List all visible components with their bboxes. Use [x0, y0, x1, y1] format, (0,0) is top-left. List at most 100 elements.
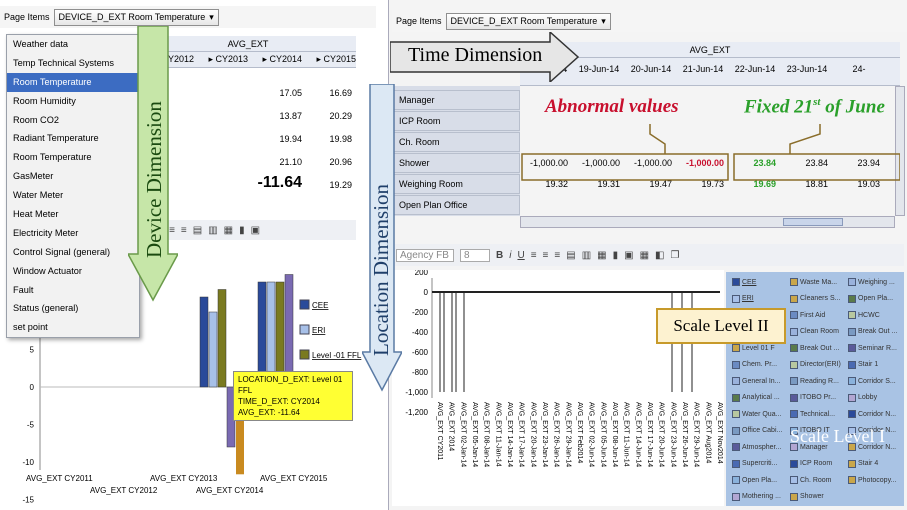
- menu-item[interactable]: Radiant Temperature: [7, 129, 139, 148]
- date-header[interactable]: 21-Jun-14: [678, 64, 728, 74]
- legend-item[interactable]: Mothering ...: [732, 492, 781, 501]
- legend-item[interactable]: ICP Room: [790, 459, 832, 468]
- italic-icon[interactable]: i: [509, 250, 511, 261]
- align-center-icon[interactable]: ≡: [543, 250, 549, 261]
- legend-item[interactable]: Water Qua...: [732, 410, 781, 418]
- legend-label[interactable]: Level -01 FFL: [312, 351, 362, 360]
- right-h-scrollbar[interactable]: [520, 216, 895, 228]
- legend-item[interactable]: Supercriti...: [732, 459, 777, 468]
- menu-item[interactable]: Room Temperature: [7, 72, 139, 92]
- grid-view-icon[interactable]: ▦: [640, 250, 649, 261]
- align-right-icon[interactable]: ≡: [554, 250, 560, 261]
- legend-item[interactable]: Office Cabi...: [732, 426, 782, 435]
- table-view-icon[interactable]: ▣: [251, 225, 260, 236]
- date-header[interactable]: 20-Jun-14: [626, 64, 676, 74]
- row-label[interactable]: Weighing Room: [392, 174, 520, 194]
- legend-item[interactable]: Corridor N...: [848, 410, 896, 418]
- legend-item[interactable]: Corridor S...: [848, 377, 896, 385]
- menu-item[interactable]: Temp Technical Systems: [7, 54, 139, 73]
- copy-icon[interactable]: ❐: [670, 250, 679, 261]
- align-left-icon[interactable]: ≡: [531, 250, 537, 261]
- legend-label: Open Pla...: [858, 295, 894, 302]
- legend-item[interactable]: First Aid: [790, 311, 825, 319]
- menu-item[interactable]: GasMeter: [7, 167, 139, 186]
- menu-item[interactable]: Weather data: [7, 35, 139, 54]
- h-scroll-thumb[interactable]: [783, 218, 843, 226]
- year-header[interactable]: ▸ CY2015: [306, 54, 356, 68]
- chart-type-icon[interactable]: ▥: [582, 250, 591, 261]
- legend-label: Clean Room: [800, 328, 839, 335]
- legend-item[interactable]: Level 01 F: [732, 344, 775, 352]
- legend-item[interactable]: Atmospher...: [732, 443, 781, 451]
- row-label[interactable]: Manager: [392, 90, 520, 110]
- bold-icon[interactable]: B: [496, 250, 503, 261]
- bar-chart-icon[interactable]: ▮: [239, 225, 245, 236]
- legend-item[interactable]: Chem. Pr...: [732, 360, 777, 369]
- legend-item[interactable]: Shower: [790, 492, 824, 501]
- date-header[interactable]: 19-Jun-14: [574, 64, 624, 74]
- legend-item[interactable]: HCWC: [848, 311, 880, 319]
- format-icon[interactable]: ▤: [193, 225, 202, 236]
- legend-item[interactable]: Seminar R...: [848, 344, 897, 352]
- format-icon[interactable]: ▤: [566, 250, 575, 261]
- chart-options-icon[interactable]: ▦: [224, 225, 233, 236]
- legend-label[interactable]: ERI: [312, 326, 325, 335]
- legend-item[interactable]: Lobby: [848, 393, 877, 402]
- legend-item[interactable]: Technical...: [790, 410, 835, 418]
- underline-icon[interactable]: U: [517, 250, 524, 261]
- chart-options-icon[interactable]: ▦: [597, 250, 606, 261]
- legend-item[interactable]: Ch. Room: [790, 476, 832, 484]
- menu-item[interactable]: Status (general): [7, 299, 139, 318]
- legend-item[interactable]: Break Out ...: [848, 327, 897, 336]
- page-items-dropdown[interactable]: DEVICE_D_EXT Room Temperature ▾: [53, 8, 219, 26]
- row-label[interactable]: ICP Room: [392, 111, 520, 131]
- legend-item[interactable]: Reading R...: [790, 377, 839, 385]
- menu-item[interactable]: Room Temperature: [7, 148, 139, 167]
- legend-item[interactable]: General In...: [732, 377, 781, 385]
- legend-item[interactable]: ITOBO Pr...: [790, 393, 836, 402]
- menu-item[interactable]: Room CO2: [7, 111, 139, 130]
- year-header[interactable]: ▸ CY2014: [252, 54, 302, 68]
- menu-item[interactable]: Electricity Meter: [7, 224, 139, 243]
- legend-item[interactable]: Stair 1: [848, 360, 878, 369]
- x-tick-label: AVG_EXT 14-Jun-14: [634, 402, 641, 467]
- x-tick-label: AVG_EXT 26-Jun-14: [681, 402, 688, 467]
- row-label[interactable]: Shower: [392, 153, 520, 173]
- menu-item[interactable]: Control Signal (general): [7, 243, 139, 262]
- legend-item[interactable]: Stair 4: [848, 459, 878, 468]
- legend-item[interactable]: Cleaners S...: [790, 294, 840, 303]
- legend-item[interactable]: Open Pla...: [732, 476, 777, 484]
- menu-item[interactable]: Room Humidity: [7, 92, 139, 111]
- page-items-dropdown-right[interactable]: DEVICE_D_EXT Room Temperature ▾: [445, 12, 611, 30]
- menu-item[interactable]: Water Meter: [7, 186, 139, 205]
- row-label[interactable]: Open Plan Office: [392, 195, 520, 215]
- align-right-icon[interactable]: ≡: [181, 225, 187, 236]
- row-label[interactable]: Ch. Room: [392, 132, 520, 152]
- date-header[interactable]: 22-Jun-14: [730, 64, 780, 74]
- menu-item[interactable]: set point: [7, 318, 139, 337]
- legend-label[interactable]: CEE: [312, 301, 328, 310]
- menu-item[interactable]: Window Actuator: [7, 262, 139, 281]
- x-tick-label: AVG_EXT 14-Jan-14: [506, 402, 513, 467]
- legend-item[interactable]: CEE: [732, 278, 756, 286]
- bar-chart-icon[interactable]: ▮: [613, 250, 619, 261]
- menu-item[interactable]: Heat Meter: [7, 205, 139, 224]
- legend-item[interactable]: Waste Ma...: [790, 278, 837, 286]
- date-header[interactable]: 23-Jun-14: [782, 64, 832, 74]
- font-select[interactable]: Agency FB: [396, 248, 454, 262]
- legend-item[interactable]: Weighing ...: [848, 278, 895, 286]
- legend-item[interactable]: Break Out ...: [790, 344, 839, 352]
- legend-item[interactable]: Director(ERI): [790, 360, 841, 369]
- legend-item[interactable]: Open Pla...: [848, 294, 894, 303]
- legend-item[interactable]: Clean Room: [790, 327, 839, 336]
- color-icon[interactable]: ◧: [655, 250, 664, 261]
- chart-type-icon[interactable]: ▥: [208, 225, 217, 236]
- legend-item[interactable]: ERI: [732, 294, 754, 303]
- legend-item[interactable]: Photocopy...: [848, 476, 896, 484]
- date-header[interactable]: 24-: [834, 64, 884, 74]
- menu-item[interactable]: Fault: [7, 281, 139, 300]
- year-header[interactable]: ▸ CY2013: [198, 54, 248, 68]
- size-select[interactable]: 8: [460, 248, 490, 262]
- table-view-icon[interactable]: ▣: [624, 250, 633, 261]
- legend-item[interactable]: Analytical ...: [732, 393, 780, 402]
